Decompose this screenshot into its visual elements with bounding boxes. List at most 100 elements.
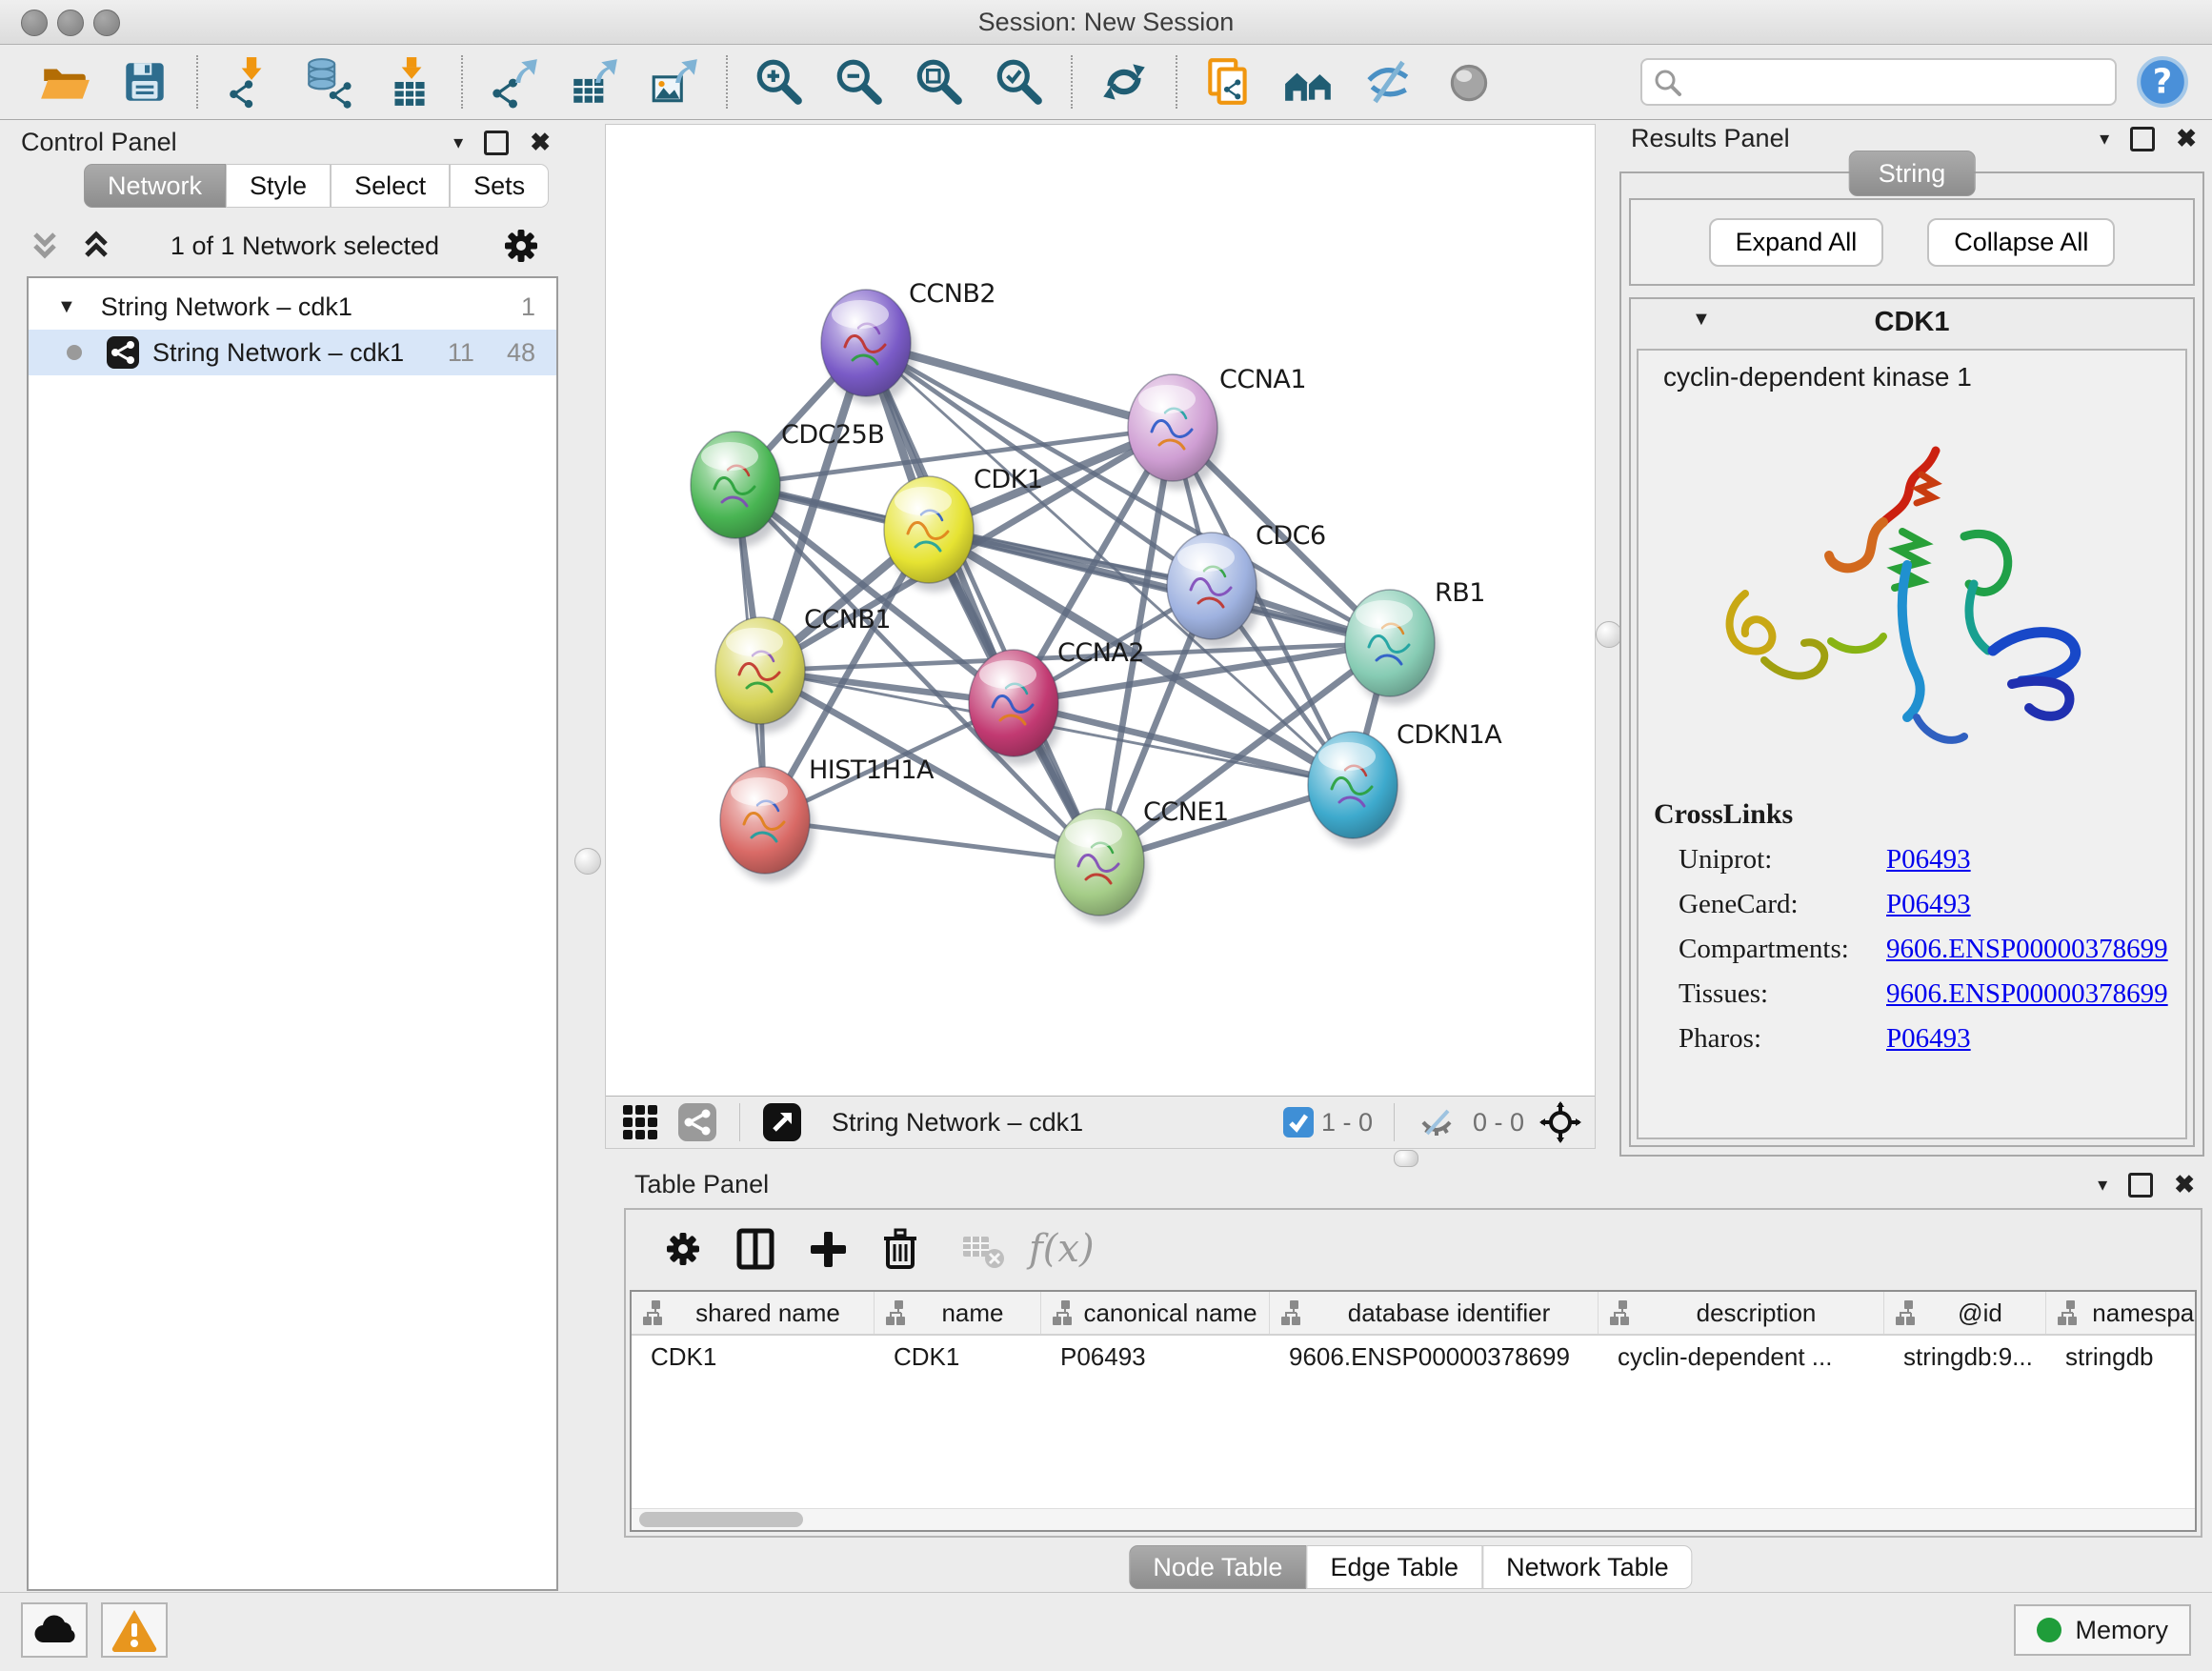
column-header-description[interactable]: description xyxy=(1599,1292,1884,1334)
expand-all-networks-icon[interactable] xyxy=(78,228,114,264)
hide-unhide-panels-button[interactable] xyxy=(1362,55,1416,109)
column-header--id[interactable]: @id xyxy=(1884,1292,2046,1334)
protein-panel: ▼ CDK1 cyclin-dependent kinase 1 xyxy=(1629,297,2195,1147)
import-network-file-button[interactable] xyxy=(223,55,276,109)
warning-icon xyxy=(109,1604,160,1656)
zoom-in-button[interactable] xyxy=(753,55,806,109)
selected-nodes-checkbox-icon[interactable] xyxy=(1283,1107,1314,1137)
results-panel-close-button[interactable]: ✖ xyxy=(2176,124,2197,153)
protein-expander-icon[interactable]: ▼ xyxy=(1692,309,1711,331)
tab-string[interactable]: String xyxy=(1849,151,1976,196)
tab-node-table[interactable]: Node Table xyxy=(1129,1545,1306,1589)
new-network-from-selection-button[interactable] xyxy=(1202,55,1256,109)
toolbar-divider xyxy=(461,55,463,109)
create-column-icon[interactable] xyxy=(800,1221,855,1277)
protein-node-RB1[interactable]: RB1 xyxy=(1345,578,1485,705)
open-session-button[interactable] xyxy=(38,55,91,109)
string-network-icon[interactable] xyxy=(676,1101,718,1143)
birdseye-view-icon[interactable] xyxy=(619,1101,661,1143)
open-in-browser-icon[interactable] xyxy=(761,1101,803,1143)
network-options-gear-icon[interactable] xyxy=(495,220,547,272)
table-cell[interactable]: stringdb xyxy=(2046,1336,2197,1378)
column-header-canonical-name[interactable]: canonical name xyxy=(1041,1292,1270,1334)
crosslink-link[interactable]: P06493 xyxy=(1886,889,1971,920)
expand-all-button[interactable]: Expand All xyxy=(1709,218,1884,267)
protein-node-CDK1[interactable]: CDK1 xyxy=(884,465,1043,592)
search-box[interactable] xyxy=(1640,58,2117,106)
table-panel-float-button[interactable] xyxy=(2128,1173,2153,1198)
import-network-database-button[interactable] xyxy=(303,55,356,109)
table-row[interactable]: CDK1CDK1P064939606.ENSP00000378699cyclin… xyxy=(632,1336,2195,1378)
column-header-namespace[interactable]: namespace xyxy=(2046,1292,2197,1334)
protein-node-CCNB2[interactable]: CCNB2 xyxy=(821,279,995,405)
zoom-fit-button[interactable] xyxy=(913,55,966,109)
column-header-name[interactable]: name xyxy=(875,1292,1041,1334)
show-columns-icon[interactable] xyxy=(728,1221,783,1277)
zoom-out-button[interactable] xyxy=(833,55,886,109)
collapse-all-networks-icon[interactable] xyxy=(27,228,63,264)
crosslink-link[interactable]: P06493 xyxy=(1886,1023,1971,1055)
protein-node-HIST1H1A[interactable]: HIST1H1A xyxy=(720,755,935,882)
tab-select[interactable]: Select xyxy=(331,164,450,208)
delete-column-icon[interactable] xyxy=(873,1221,928,1277)
tab-network-table[interactable]: Network Table xyxy=(1482,1545,1693,1589)
tab-network[interactable]: Network xyxy=(84,164,226,208)
show-graphics-details-button[interactable] xyxy=(1442,55,1496,109)
collapse-all-button[interactable]: Collapse All xyxy=(1927,218,2115,267)
protein-node-CDC6[interactable]: CDC6 xyxy=(1167,521,1326,648)
network-view-title: String Network – cdk1 xyxy=(832,1108,1083,1137)
protein-node-CCNE1[interactable]: CCNE1 xyxy=(1055,797,1229,924)
table-cell[interactable]: 9606.ENSP00000378699 xyxy=(1270,1336,1599,1378)
control-panel-menu-button[interactable]: ▾ xyxy=(453,131,463,154)
table-cell[interactable]: CDK1 xyxy=(875,1336,1041,1378)
fit-selected-crosshair-icon[interactable] xyxy=(1539,1101,1581,1143)
memory-button[interactable]: Memory xyxy=(2014,1604,2191,1656)
table-cell[interactable]: CDK1 xyxy=(632,1336,875,1378)
right-splitter-handle[interactable] xyxy=(1596,621,1622,648)
protein-node-CCNB1[interactable]: CCNB1 xyxy=(715,605,891,733)
network-graph-svg[interactable]: CCNB2 CCNA1 CDC25B CDK1 xyxy=(606,125,1595,1097)
import-table-file-button[interactable] xyxy=(383,55,436,109)
export-network-button[interactable] xyxy=(488,55,541,109)
tab-style[interactable]: Style xyxy=(226,164,331,208)
network-collection-row[interactable]: ▼ String Network – cdk1 1 xyxy=(29,284,556,330)
column-header-database-identifier[interactable]: database identifier xyxy=(1270,1292,1599,1334)
control-panel-float-button[interactable] xyxy=(484,131,509,155)
scrollbar-thumb[interactable] xyxy=(639,1512,803,1527)
table-toolbar: f(x) xyxy=(626,1210,2201,1288)
crosslink-link[interactable]: P06493 xyxy=(1886,844,1971,876)
results-panel-menu-button[interactable]: ▾ xyxy=(2100,127,2109,151)
column-header-shared-name[interactable]: shared name xyxy=(632,1292,875,1334)
network-row[interactable]: String Network – cdk1 11 48 xyxy=(29,330,556,375)
table-options-gear-icon[interactable] xyxy=(655,1221,711,1277)
control-panel-close-button[interactable]: ✖ xyxy=(530,128,551,157)
collection-expander-icon[interactable]: ▼ xyxy=(57,296,76,318)
tab-edge-table[interactable]: Edge Table xyxy=(1306,1545,1482,1589)
left-splitter-handle[interactable] xyxy=(574,848,601,875)
refresh-view-button[interactable] xyxy=(1097,55,1151,109)
export-table-button[interactable] xyxy=(568,55,621,109)
protein-node-CDKN1A[interactable]: CDKN1A xyxy=(1308,720,1502,847)
tree-column-icon xyxy=(1608,1299,1637,1327)
help-button[interactable]: ? xyxy=(2136,55,2189,109)
warnings-button[interactable] xyxy=(101,1602,168,1658)
network-selection-row: 1 of 1 Network selected xyxy=(27,223,547,269)
cloud-status-button[interactable] xyxy=(21,1602,88,1658)
crosslink-link[interactable]: 9606.ENSP00000378699 xyxy=(1886,934,2168,965)
string-protein-query-button[interactable] xyxy=(1282,55,1336,109)
toolbar-divider xyxy=(1071,55,1073,109)
network-canvas[interactable]: CCNB2 CCNA1 CDC25B CDK1 xyxy=(606,125,1595,1097)
protein-panel-header[interactable]: ▼ CDK1 xyxy=(1631,299,2193,345)
crosslink-link[interactable]: 9606.ENSP00000378699 xyxy=(1886,978,2168,1010)
results-panel-float-button[interactable] xyxy=(2130,127,2155,151)
save-session-button[interactable] xyxy=(118,55,171,109)
export-image-button[interactable] xyxy=(648,55,701,109)
tab-sets[interactable]: Sets xyxy=(450,164,549,208)
table-panel-menu-button[interactable]: ▾ xyxy=(2098,1173,2107,1197)
table-cell[interactable]: stringdb:9... xyxy=(1884,1336,2046,1378)
zoom-selected-button[interactable] xyxy=(993,55,1046,109)
search-input[interactable] xyxy=(1682,67,2115,98)
table-cell[interactable]: cyclin-dependent ... xyxy=(1599,1336,1884,1378)
table-panel-close-button[interactable]: ✖ xyxy=(2174,1170,2195,1199)
table-cell[interactable]: P06493 xyxy=(1041,1336,1270,1378)
